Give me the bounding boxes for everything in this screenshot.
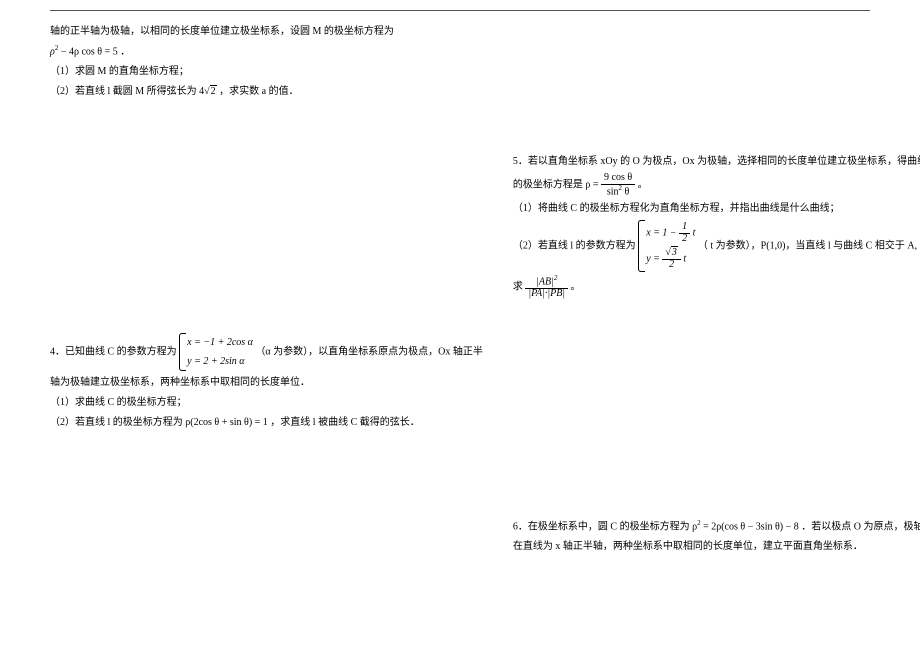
problem3-q1: （1）求圆 M 的直角坐标方程； — [50, 63, 483, 80]
problem5-equation: 的极坐标方程是 ρ = 9 cos θ sin2 θ 。 — [513, 173, 920, 197]
problem4-stem2: 轴为极轴建立极坐标系，两种坐标系中取相同的长度单位． — [50, 374, 483, 391]
problem5-stem: 5．若以直角坐标系 xOy 的 O 为极点，Ox 为极轴，选择相同的长度单位建立… — [513, 153, 920, 170]
problem5-q1: （1）将曲线 C 的极坐标方程化为直角坐标方程，并指出曲线是什么曲线； — [513, 200, 920, 217]
problem5-final: 求 |AB|2 |PA|·|PB| 。 — [513, 275, 920, 299]
problem3-q2: （2）若直线 l 截圆 M 所得弦长为 4√2 ，求实数 a 的值． — [50, 83, 483, 100]
problem4-q2: （2）若直线 l 的极坐标方程为 ρ(2cos θ + sin θ) = 1 ，… — [50, 414, 483, 431]
problem5-q2: （2）若直线 l 的参数方程为 x = 1 − 1 2 t y = √3 — [513, 220, 920, 272]
problem3-context: 轴的正半轴为极轴，以相同的长度单位建立极坐标系，设圆 M 的极坐标方程为 — [50, 23, 483, 40]
problem4-q1: （1）求曲线 C 的极坐标方程； — [50, 394, 483, 411]
problem6-stem: 6．在极坐标系中，圆 C 的极坐标方程为 ρ2 = 2ρ(cos θ − 3si… — [513, 518, 920, 535]
problem4-stem: 4．已知曲线 C 的参数方程为 x = −1 + 2cos α y = 2 + … — [50, 333, 483, 371]
problem6-stem2: 在直线为 x 轴正半轴，两种坐标系中取相同的长度单位，建立平面直角坐标系． — [513, 538, 920, 555]
problem3-equation: ρ2 − 4ρ cos θ = 5 ． — [50, 43, 483, 60]
